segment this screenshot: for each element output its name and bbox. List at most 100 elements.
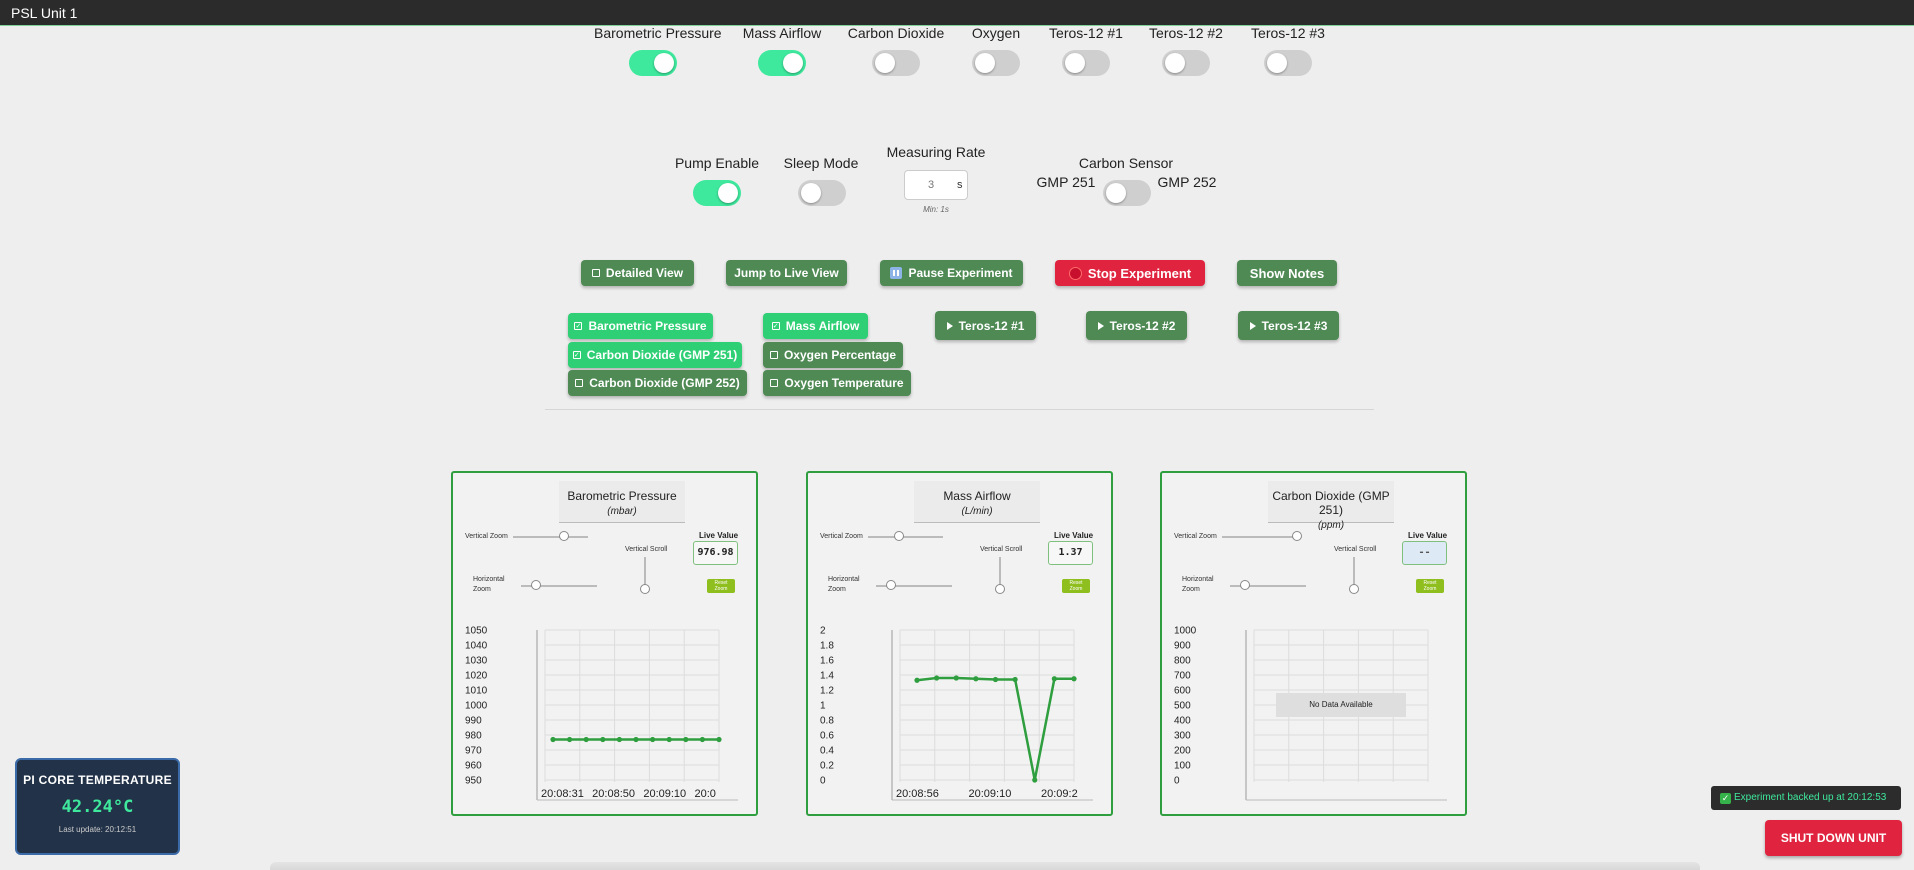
chart-plot: 2 1.8 1.6 1.4 1.2 1 0.8 0.6 0.4 0.2 0 20:08:56 20:09… [818, 625, 1093, 805]
chart-unit: (mbar) [607, 506, 637, 517]
horizontal-zoom-thumb[interactable] [886, 580, 896, 590]
toggle-knob [654, 53, 674, 73]
y-tick-label: 1000 [1174, 626, 1197, 637]
toggle-knob [875, 53, 895, 73]
y-tick-label: 1.8 [820, 641, 834, 652]
series-teros3-button[interactable]: Teros-12 #3 [1238, 311, 1339, 340]
toggle-knob [1106, 183, 1126, 203]
y-tick-label: 0 [820, 776, 826, 787]
y-tick-label: 0.6 [820, 731, 834, 742]
data-point [992, 676, 999, 683]
vertical-zoom-thumb[interactable] [559, 531, 569, 541]
sleep-mode-toggle[interactable] [798, 180, 846, 206]
y-tick-label: 200 [1174, 746, 1191, 757]
check-icon: ✓ [1720, 792, 1731, 804]
y-tick-label: 900 [1174, 641, 1191, 652]
checkbox-checked-icon: ✓ [572, 351, 581, 359]
show-notes-label: Show Notes [1249, 265, 1325, 281]
series-oxygen-percentage-button[interactable]: Oxygen Percentage [763, 342, 903, 368]
sensor-label-teros3: Teros-12 #3 [1251, 25, 1325, 41]
play-icon [1249, 321, 1256, 330]
sensor-label-barometric: Barometric Pressure [594, 25, 722, 41]
series-teros2-button[interactable]: Teros-12 #2 [1086, 311, 1187, 340]
section-divider [545, 409, 1374, 410]
vertical-scroll-thumb[interactable] [995, 584, 1005, 594]
data-point [666, 736, 672, 743]
y-tick-label: 980 [465, 731, 482, 742]
checkbox-icon [591, 269, 600, 277]
temperature-value: 42.24°C [61, 797, 134, 817]
measuring-rate-value: 3 [928, 179, 935, 191]
pump-enable-toggle[interactable] [693, 180, 741, 206]
data-point [633, 736, 639, 743]
measuring-rate-unit: s [957, 179, 963, 191]
x-tick-label: 20:09:10 [643, 788, 686, 800]
vertical-scroll-thumb[interactable] [640, 584, 650, 594]
detailed-view-button[interactable]: Detailed View [581, 260, 694, 286]
reset-zoom-button[interactable]: Reset Zoom [1062, 579, 1090, 593]
sensor-toggle-teros1[interactable] [1062, 50, 1110, 76]
vertical-scroll-thumb[interactable] [1349, 584, 1359, 594]
y-tick-label: 1 [820, 701, 826, 712]
series-barometric-label: Barometric Pressure [588, 319, 707, 333]
series-oxygen-temperature-button[interactable]: Oxygen Temperature [763, 370, 911, 396]
pause-experiment-button[interactable]: Pause Experiment [880, 260, 1023, 286]
horizontal-zoom-thumb[interactable] [531, 580, 541, 590]
sensor-toggle-oxygen[interactable] [972, 50, 1020, 76]
show-notes-button[interactable]: Show Notes [1237, 260, 1337, 286]
reset-zoom-button[interactable]: Reset Zoom [1416, 579, 1444, 593]
reset-zoom-button[interactable]: Reset Zoom [707, 579, 735, 593]
vertical-scroll-label: Vertical Scroll [1334, 546, 1377, 553]
y-tick-label: 1.2 [820, 686, 834, 697]
jump-live-view-button[interactable]: Jump to Live View [726, 260, 847, 286]
horizontal-zoom-thumb[interactable] [1240, 580, 1250, 590]
data-point [914, 677, 920, 683]
series-teros1-button[interactable]: Teros-12 #1 [935, 311, 1036, 340]
series-teros2-label: Teros-12 #2 [1109, 318, 1176, 333]
carbon-sensor-label: Carbon Sensor [1078, 155, 1174, 171]
pause-experiment-label: Pause Experiment [908, 266, 1013, 280]
y-tick-label: 990 [465, 716, 482, 727]
data-point [583, 736, 589, 743]
data-point [550, 736, 556, 743]
sensor-toggle-barometric[interactable] [629, 50, 677, 76]
play-icon [1097, 321, 1104, 330]
carbon-sensor-toggle[interactable] [1103, 180, 1151, 206]
sensor-toggle-mass-airflow[interactable] [758, 50, 806, 76]
y-tick-label: 970 [465, 746, 482, 757]
x-tick-label: 20:09:2 [1041, 788, 1078, 800]
shut-down-unit-button[interactable]: SHUT DOWN UNIT [1765, 820, 1902, 856]
vertical-zoom-thumb[interactable] [894, 531, 904, 541]
data-point [973, 676, 979, 682]
series-co2-252-label: Carbon Dioxide (GMP 252) [589, 376, 740, 390]
stop-experiment-button[interactable]: Stop Experiment [1055, 260, 1205, 286]
pump-enable-label: Pump Enable [674, 155, 760, 171]
reset-zoom-label-2: Zoom [1069, 586, 1083, 592]
vertical-zoom-track[interactable] [1222, 536, 1297, 538]
x-tick-label: 20:08:31 [541, 788, 584, 800]
series-teros1-label: Teros-12 #1 [958, 318, 1025, 333]
sensor-label-teros1: Teros-12 #1 [1049, 25, 1123, 41]
data-point [1032, 777, 1038, 783]
y-tick-label: 1030 [465, 656, 488, 667]
sensor-toggle-teros3[interactable] [1264, 50, 1312, 76]
vertical-zoom-track[interactable] [868, 536, 943, 538]
live-value-display: 1.37 [1048, 541, 1093, 565]
vertical-zoom-thumb[interactable] [1292, 531, 1302, 541]
sensor-toggle-teros2[interactable] [1162, 50, 1210, 76]
series-co2-252-button[interactable]: Carbon Dioxide (GMP 252) [568, 370, 747, 396]
series-barometric-button[interactable]: ✓ Barometric Pressure [568, 313, 713, 339]
horizontal-zoom-label-2: Zoom [473, 586, 491, 593]
vertical-scroll-label: Vertical Scroll [980, 546, 1023, 553]
y-tick-label: 300 [1174, 731, 1191, 742]
series-mass-airflow-button[interactable]: ✓ Mass Airflow [763, 313, 868, 339]
vertical-zoom-track[interactable] [513, 536, 588, 538]
measuring-rate-input[interactable]: 3 s [904, 170, 968, 200]
toggle-knob [1065, 53, 1085, 73]
toggle-knob [975, 53, 995, 73]
x-tick-label: 20:08:50 [592, 788, 635, 800]
sensor-toggle-carbon-dioxide[interactable] [872, 50, 920, 76]
horizontal-zoom-label-1: Horizontal [828, 576, 860, 583]
x-tick-label: 20:08:56 [896, 788, 939, 800]
series-co2-251-button[interactable]: ✓ Carbon Dioxide (GMP 251) [568, 342, 742, 368]
